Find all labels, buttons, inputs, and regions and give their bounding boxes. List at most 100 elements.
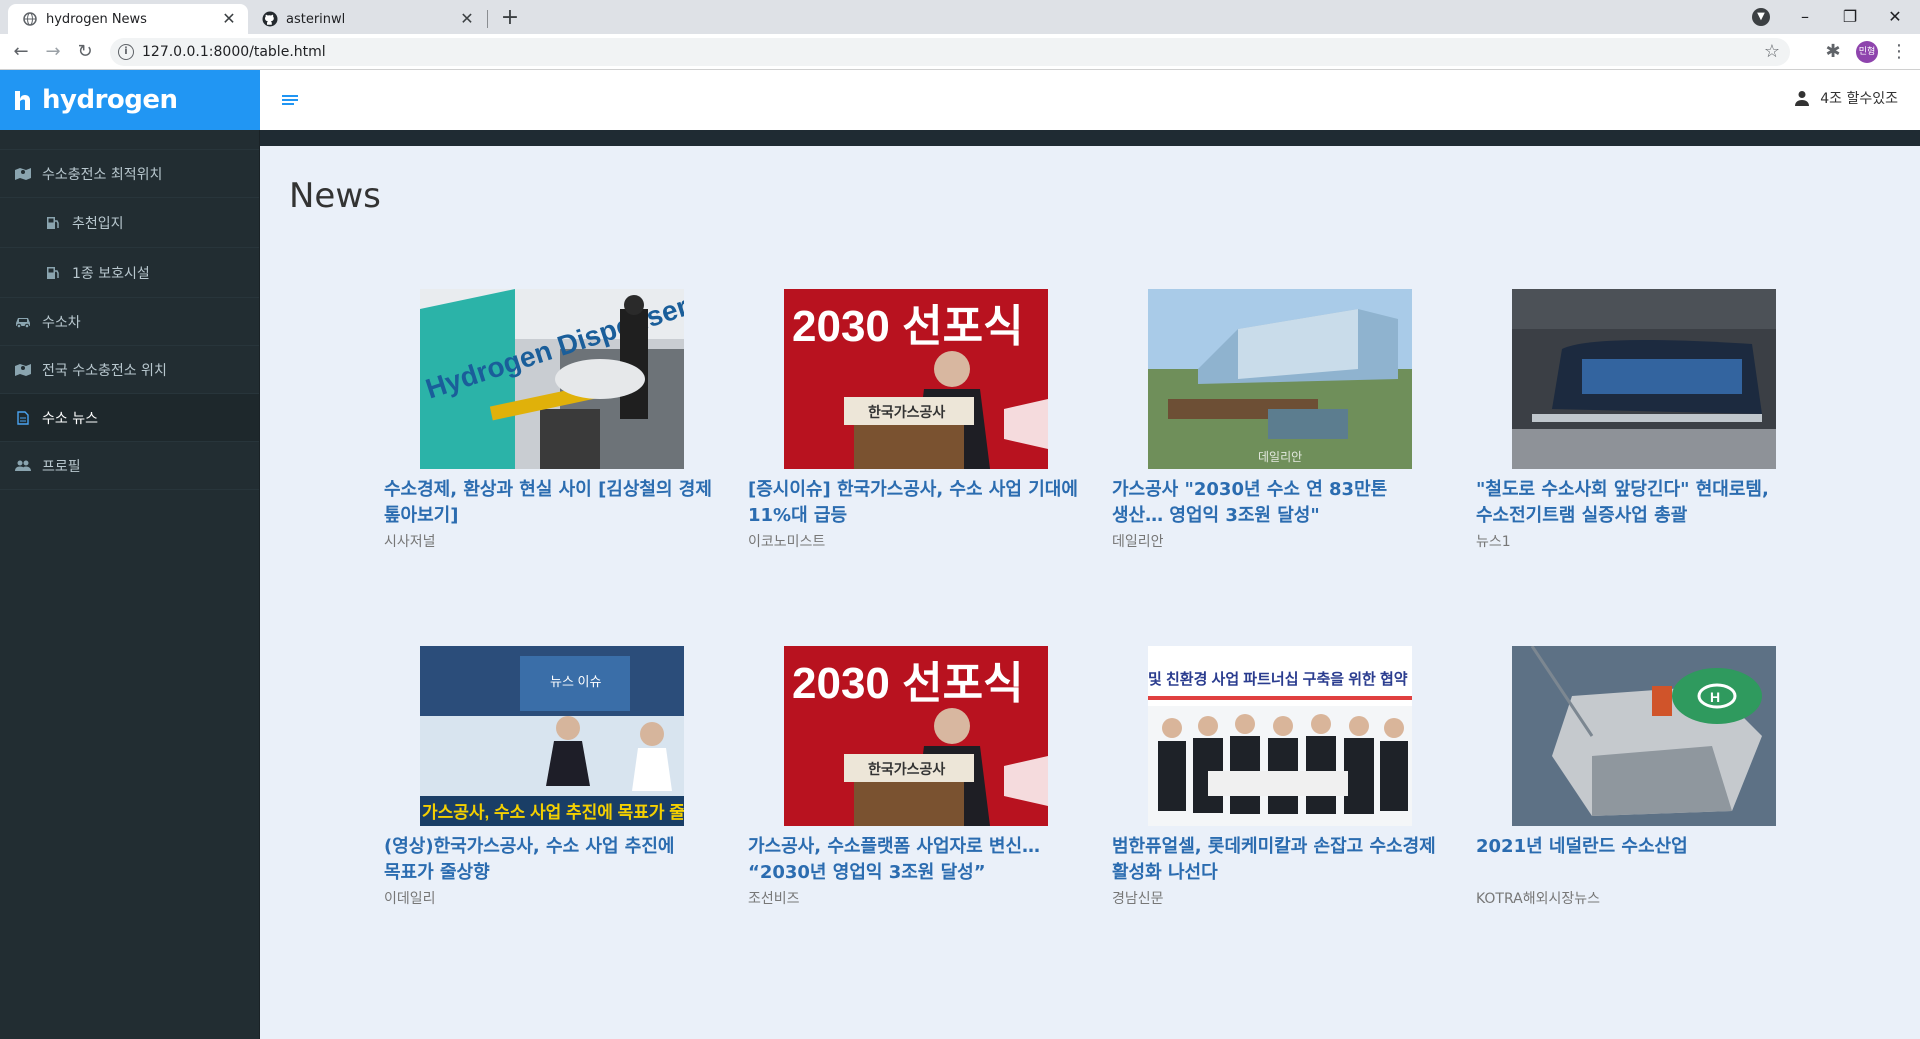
sidebar-item-label: 1종 보호시설 (72, 265, 150, 282)
news-headline[interactable]: 범한퓨얼셀, 롯데케미칼과 손잡고 수소경제 활성화 나선다 (1112, 834, 1442, 886)
sidebar-item-label: 수소차 (42, 314, 81, 331)
info-icon[interactable]: i (118, 44, 134, 60)
news-thumbnail[interactable]: 데일리안 (1148, 289, 1412, 469)
news-source: 조선비즈 (748, 891, 800, 907)
sidebar-item-station-map[interactable]: 전국 수소충전소 위치 (0, 346, 259, 394)
app-header: 4조 할수있조 (260, 70, 1920, 130)
news-card[interactable]: H 2021년 네덜란드 수소산업 KOTRA해외시장뉴스 (1476, 646, 1806, 908)
news-card[interactable]: Hydrogen Dispenser 수소경제, 환상과 현실 사이 [김상철의… (384, 289, 714, 551)
sidebar-item-label: 수소 뉴스 (42, 410, 98, 427)
sidebar-item-label: 수소충전소 최적위치 (42, 166, 163, 183)
news-thumbnail[interactable]: 및 친환경 사업 파트너십 구축을 위한 협약 체결 (1148, 646, 1412, 826)
news-thumbnail[interactable] (1512, 289, 1776, 469)
browser-tab-strip: hydrogen News ✕ asterinwl ✕ + ▼ – ❐ ✕ (0, 0, 1920, 34)
news-thumbnail[interactable]: 2030 선포식 한국가스공사 (784, 289, 1048, 469)
thumb-text: 한국가스공사 (868, 761, 945, 777)
sidebar-item-hydrogen-car[interactable]: 수소차 (0, 298, 259, 346)
thumb-text: 뉴스 이슈 (550, 674, 601, 689)
user-icon (1795, 91, 1810, 106)
news-thumbnail[interactable]: 뉴스 이슈 가스공사, 수소 사업 추진에 목표가 줄상 (420, 646, 684, 826)
brand-name: hydrogen (42, 85, 178, 115)
news-headline[interactable]: 가스공사, 수소플랫폼 사업자로 변신… “2030년 영업익 3조원 달성” (748, 834, 1078, 886)
news-headline[interactable]: [증시이슈] 한국가스공사, 수소 사업 기대에 11%대 급등 (748, 477, 1078, 529)
news-headline[interactable]: "철도로 수소사회 앞당긴다" 현대로템, 수소전기트램 실증사업 총괄 (1476, 477, 1806, 529)
news-source: 이코노미스트 (748, 534, 826, 550)
news-card[interactable]: 2030 선포식 한국가스공사 [증시이슈] 한국가스공사, 수소 사업 기대에… (748, 289, 1078, 551)
thumb-text: 한국가스공사 (868, 404, 945, 420)
tab-title: hydrogen News (46, 11, 147, 27)
sidebar-item-label: 전국 수소충전소 위치 (42, 362, 167, 379)
sidebar-item-label: 프로필 (42, 458, 81, 475)
header-divider-bar (260, 130, 1920, 146)
sidebar-spacer (0, 130, 259, 150)
news-headline[interactable]: 2021년 네덜란드 수소산업 (1476, 834, 1806, 886)
tab-asterinwl[interactable]: asterinwl ✕ (248, 4, 486, 34)
map-icon (14, 362, 32, 378)
close-icon[interactable]: ✕ (220, 10, 238, 28)
news-source: 이데일리 (384, 891, 436, 907)
news-card[interactable]: 및 친환경 사업 파트너십 구축을 위한 협약 체결 범한퓨얼셀, 롯데케미칼과… (1112, 646, 1442, 908)
tab-title: asterinwl (286, 11, 346, 27)
news-source: 경남신문 (1112, 891, 1164, 907)
thumb-text: 데일리안 (1258, 450, 1302, 464)
news-card[interactable]: 뉴스 이슈 가스공사, 수소 사업 추진에 목표가 줄상 (영상)한국가스공사,… (384, 646, 714, 908)
back-arrow-icon[interactable]: ← (8, 40, 34, 64)
car-icon (14, 314, 32, 330)
gas-station-icon (44, 265, 62, 281)
new-tab-button[interactable]: + (497, 6, 523, 32)
news-source: 데일리안 (1112, 534, 1164, 550)
svg-text:H: H (1710, 689, 1720, 705)
hamburger-menu-icon[interactable] (280, 92, 300, 108)
browser-toolbar: ← → ↻ i 127.0.0.1:8000/table.html ☆ ✱ ⋮ (0, 34, 1920, 70)
news-source: KOTRA해외시장뉴스 (1476, 891, 1601, 907)
extensions-icon[interactable]: ✱ (1820, 40, 1846, 64)
menu-kebab-icon[interactable]: ⋮ (1886, 40, 1912, 64)
profile-avatar[interactable]: 민형 (1856, 41, 1878, 63)
thumb-text: 및 친환경 사업 파트너십 구축을 위한 협약 체결 (1148, 670, 1412, 688)
news-thumbnail[interactable]: Hydrogen Dispenser (420, 289, 684, 469)
news-headline[interactable]: 가스공사 "2030년 수소 연 83만톤 생산… 영업익 3조원 달성" (1112, 477, 1442, 529)
thumb-text: 2030 선포식 (792, 302, 1024, 351)
news-headline[interactable]: 수소경제, 환상과 현실 사이 [김상철의 경제 톺아보기] (384, 477, 714, 529)
main-content: News Hydrogen Dispenser 수소경제, 환상과 현실 사이 … (260, 146, 1920, 1039)
news-source: 뉴스1 (1476, 534, 1511, 550)
news-source: 시사저널 (384, 534, 436, 550)
user-name: 4조 할수있조 (1820, 91, 1898, 107)
github-icon (262, 11, 278, 27)
map-icon (14, 166, 32, 182)
tab-hydrogen-news[interactable]: hydrogen News ✕ (8, 4, 248, 34)
news-card[interactable]: 데일리안 가스공사 "2030년 수소 연 83만톤 생산… 영업익 3조원 달… (1112, 289, 1442, 551)
close-window-button[interactable]: ✕ (1880, 4, 1910, 30)
minimize-button[interactable]: – (1790, 4, 1820, 30)
user-menu[interactable]: 4조 할수있조 (1794, 88, 1898, 108)
sidebar-item-hydrogen-news[interactable]: 수소 뉴스 (0, 394, 259, 442)
close-icon[interactable]: ✕ (458, 10, 476, 28)
hydrogen-logo-icon (15, 91, 30, 110)
news-thumbnail[interactable]: H (1512, 646, 1776, 826)
sidebar-item-label: 추천입지 (72, 215, 124, 232)
url-text[interactable]: 127.0.0.1:8000/table.html (142, 44, 326, 60)
address-bar[interactable]: i 127.0.0.1:8000/table.html ☆ (110, 38, 1790, 66)
gas-station-icon (44, 215, 62, 231)
users-icon (14, 458, 32, 474)
brand-logo[interactable]: hydrogen (0, 70, 260, 130)
news-thumbnail[interactable]: 2030 선포식 한국가스공사 (784, 646, 1048, 826)
news-grid: Hydrogen Dispenser 수소경제, 환상과 현실 사이 [김상철의… (260, 146, 1920, 1039)
thumb-text: 2030 선포식 (792, 659, 1024, 708)
tab-separator (487, 10, 488, 28)
reload-icon[interactable]: ↻ (72, 40, 98, 64)
sidebar-item-optimal-location[interactable]: 수소충전소 최적위치 (0, 150, 259, 198)
news-card[interactable]: "철도로 수소사회 앞당긴다" 현대로템, 수소전기트램 실증사업 총괄 뉴스1 (1476, 289, 1806, 551)
news-card[interactable]: 2030 선포식 한국가스공사 가스공사, 수소플랫폼 사업자로 변신… “20… (748, 646, 1078, 908)
news-headline[interactable]: (영상)한국가스공사, 수소 사업 추진에 목표가 줄상향 (384, 834, 714, 886)
restore-button[interactable]: ❐ (1835, 4, 1865, 30)
document-icon (14, 410, 32, 426)
sidebar: 수소충전소 최적위치 추천입지 1종 보호시설 수소차 전국 수소충전소 위치 … (0, 130, 260, 1039)
thumb-text: 가스공사, 수소 사업 추진에 목표가 줄상 (422, 803, 684, 822)
sidebar-item-profile[interactable]: 프로필 (0, 442, 259, 490)
forward-arrow-icon[interactable]: → (40, 40, 66, 64)
sidebar-item-protection-facility[interactable]: 1종 보호시설 (0, 248, 259, 298)
star-icon[interactable]: ☆ (1764, 41, 1780, 62)
sidebar-item-recommended-site[interactable]: 추천입지 (0, 198, 259, 248)
tab-search-icon[interactable]: ▼ (1752, 8, 1770, 26)
